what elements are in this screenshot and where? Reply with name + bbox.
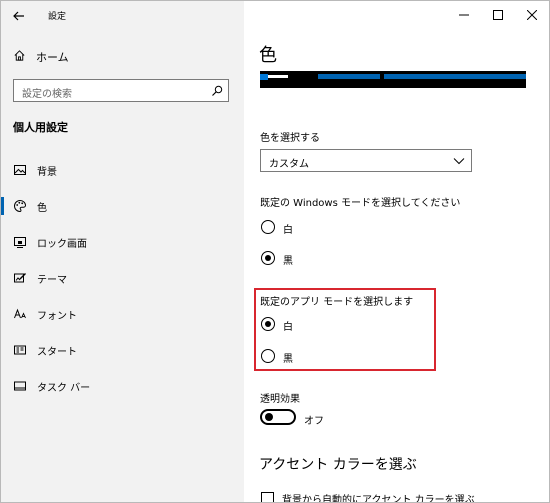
sidebar-item-taskbar[interactable]: タスク バー (1, 374, 244, 398)
accent-auto-checkbox[interactable] (261, 492, 274, 502)
minimize-button[interactable] (447, 1, 481, 29)
sidebar-item-label: タスク バー (37, 383, 91, 394)
close-button[interactable] (515, 1, 549, 29)
windows-mode-light-label: 白 (283, 225, 293, 236)
sidebar-item-lock-screen[interactable]: ロック画面 (1, 230, 244, 254)
app-mode-radio-light[interactable] (261, 317, 275, 331)
sidebar-item-label: スタート (37, 347, 77, 358)
windows-mode-dark-label: 黒 (283, 256, 293, 267)
search-input[interactable]: 設定の検索 (13, 79, 229, 102)
window-title: 設定 (48, 12, 67, 22)
choose-color-label: 色を選択する (260, 133, 320, 144)
choose-color-value: カスタム (269, 159, 309, 170)
maximize-button[interactable] (481, 1, 515, 29)
sidebar-item-label: 色 (37, 203, 47, 214)
font-icon (14, 308, 26, 319)
search-placeholder: 設定の検索 (22, 89, 72, 100)
sidebar: 設定 ホーム 設定の検索 個人用設定 背景 色 ロック画面 テーマ フォント ス… (1, 1, 244, 502)
sidebar-item-label: テーマ (37, 275, 67, 286)
transparency-label: 透明効果 (260, 394, 300, 405)
back-arrow-icon (13, 11, 24, 21)
transparency-state: オフ (304, 416, 324, 427)
windows-mode-label: 既定の Windows モードを選択してください (260, 198, 461, 209)
sidebar-item-label: ロック画面 (37, 239, 87, 250)
sidebar-home-label: ホーム (36, 51, 69, 64)
app-mode-dark-label: 黒 (283, 354, 293, 365)
sidebar-section-heading: 個人用設定 (13, 121, 68, 134)
app-mode-light-label: 白 (283, 322, 293, 333)
home-icon (14, 50, 25, 61)
page-title: 色 (259, 45, 277, 66)
transparency-toggle[interactable] (260, 409, 296, 425)
taskbar-icon (14, 381, 26, 391)
maximize-icon (493, 10, 503, 20)
radio-dot (264, 320, 271, 327)
choose-color-select[interactable]: カスタム (260, 149, 472, 172)
sidebar-item-colors[interactable]: 色 (1, 194, 244, 218)
minimize-icon (459, 14, 469, 16)
accent-heading: アクセント カラーを選ぶ (259, 457, 417, 473)
titlebar: 設定 (1, 1, 244, 31)
radio-dot (264, 254, 271, 261)
sidebar-item-start[interactable]: スタート (1, 338, 244, 362)
active-indicator (1, 197, 4, 215)
chevron-down-icon (453, 158, 465, 165)
preview-bar (318, 74, 380, 79)
start-icon (14, 345, 26, 355)
sidebar-item-background[interactable]: 背景 (1, 158, 244, 182)
close-icon (527, 10, 537, 20)
search-icon (212, 85, 223, 96)
preview-tile (260, 74, 268, 80)
image-icon (14, 165, 26, 175)
preview-bar (384, 74, 526, 79)
accent-auto-label: 背景から自動的にアクセント カラーを選ぶ (282, 495, 475, 503)
app-mode-radio-dark[interactable] (261, 349, 275, 363)
toggle-knob (265, 413, 273, 421)
sidebar-item-home[interactable]: ホーム (1, 43, 244, 69)
preview-line (268, 75, 288, 78)
windows-mode-radio-light[interactable] (261, 220, 275, 234)
sidebar-item-fonts[interactable]: フォント (1, 302, 244, 326)
back-button[interactable] (10, 7, 28, 25)
sidebar-item-themes[interactable]: テーマ (1, 266, 244, 290)
lock-screen-icon (14, 237, 26, 248)
palette-icon (14, 199, 27, 213)
sidebar-item-label: 背景 (37, 167, 57, 178)
color-preview (260, 71, 526, 88)
settings-window: 設定 ホーム 設定の検索 個人用設定 背景 色 ロック画面 テーマ フォント ス… (0, 0, 550, 503)
sidebar-item-label: フォント (37, 311, 77, 322)
app-mode-label: 既定のアプリ モードを選択します (260, 297, 414, 308)
main-panel: 色 色を選択する カスタム 既定の Windows モードを選択してください 白… (244, 1, 549, 502)
theme-icon (14, 273, 26, 283)
windows-mode-radio-dark[interactable] (261, 251, 275, 265)
